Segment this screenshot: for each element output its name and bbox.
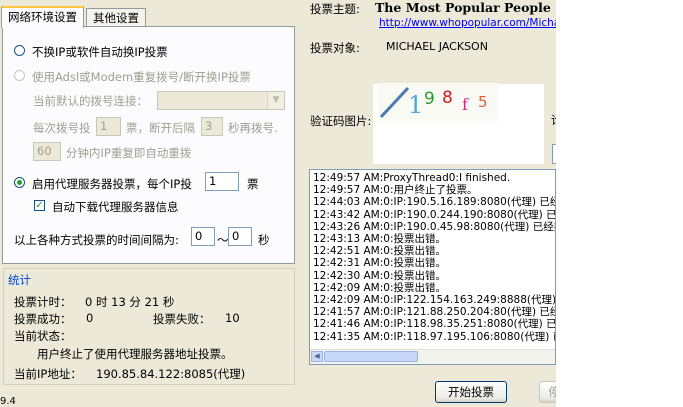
stats-title: 统计 xyxy=(6,272,33,288)
auto-download-checkbox[interactable]: ✓ xyxy=(34,200,45,211)
log-line: 12:42:09 AM:0:投票出错。 xyxy=(313,281,446,294)
redial-suffix-label: 秒再拨号. xyxy=(228,121,278,135)
fail-label: 投票失败： xyxy=(153,312,211,326)
repeat-minutes-input[interactable]: 60 xyxy=(33,142,61,161)
version-text: 9.4 xyxy=(0,396,16,407)
main-window: 网络环境设置 其他设置 不换IP或软件自动换IP投票 使用Adsl或Modem重… xyxy=(0,0,556,407)
dial-connection-select[interactable]: ▼ xyxy=(157,91,285,110)
status-value: 用户终止了使用代理服务器地址投票。 xyxy=(37,347,233,361)
tab-other-settings[interactable]: 其他设置 xyxy=(86,8,146,28)
success-value: 0 xyxy=(86,311,94,325)
log-line: 12:43:26 AM:0:IP:190.0.45.98:8080(代理) 已经… xyxy=(313,220,556,233)
radio-adsl-redial-label: 使用Adsl或Modem重复拨号/断开换IP投票 xyxy=(32,70,251,84)
topic-url-link[interactable]: http://www.whopopular.com/Michae xyxy=(379,17,556,29)
log-line: 12:42:31 AM:0:投票出错。 xyxy=(313,257,446,270)
scroll-thumb[interactable] xyxy=(324,351,418,362)
stop-vote-button[interactable]: 停 xyxy=(539,381,556,403)
log-line: 12:41:46 AM:0:IP:118.98.35.251:8080(代理) … xyxy=(313,318,556,331)
timer-value: 0 时 13 分 21 秒 xyxy=(85,295,175,309)
redial-votes-input[interactable]: 1 xyxy=(96,117,121,136)
log-line: 12:43:13 AM:0:投票出错。 xyxy=(313,233,446,245)
log-line: 12:42:51 AM:0:投票出错。 xyxy=(313,245,446,258)
target-label: 投票对象: xyxy=(310,41,360,55)
log-line: 12:41:35 AM:0:IP:118.97.195.106:8080(代理)… xyxy=(313,330,556,343)
vote-log-list[interactable]: 12:49:57 AM:ProxyThread0:I finished. 12:4… xyxy=(309,169,556,365)
captcha-label: 验证码图片: xyxy=(310,114,372,128)
ip-label: 当前IP地址： xyxy=(14,367,82,381)
log-line: 12:42:30 AM:0:投票出错。 xyxy=(313,269,446,282)
success-label: 投票成功： xyxy=(14,312,72,326)
repeat-suffix-label: 分钟内IP重复即自动重拨 xyxy=(66,146,192,160)
log-line: 12:41:57 AM:0:IP:121.88.250.204:80(代理) 已… xyxy=(313,306,556,319)
svg-text:f: f xyxy=(462,95,469,114)
captcha-image: 1 9 8 f 5 xyxy=(378,83,498,123)
ip-value: 190.85.84.122:8085(代理) xyxy=(96,367,246,381)
log-line: 12:44:03 AM:0:IP:190.5.16.189:8080(代理) 已… xyxy=(313,196,556,209)
start-vote-button[interactable]: 开始投票 xyxy=(435,381,507,403)
log-horizontal-scrollbar[interactable]: ◀ xyxy=(310,349,555,364)
radio-no-switch-ip[interactable] xyxy=(14,45,25,56)
interval-to-input[interactable]: 0 xyxy=(228,227,252,246)
auto-download-label: 自动下载代理服务器信息 xyxy=(52,200,179,214)
fail-value: 10 xyxy=(225,311,240,325)
status-label: 当前状态： xyxy=(14,329,72,343)
log-line: 12:49:57 AM:ProxyThread0:I finished. xyxy=(313,172,511,184)
log-line: 12:49:57 AM:0:用户终止了投票。 xyxy=(313,184,478,197)
topic-value: The Most Popular People xyxy=(375,0,551,15)
interval-from-input[interactable]: 0 xyxy=(191,227,215,246)
svg-text:5: 5 xyxy=(478,93,488,111)
topic-label: 投票主题: xyxy=(310,2,360,16)
redial-prefix-label: 每次拨号投 xyxy=(33,121,91,135)
proxy-unit-label: 票 xyxy=(247,177,259,191)
dial-connection-label: 当前默认的拨号连接： xyxy=(33,94,148,108)
chevron-down-icon[interactable]: ▼ xyxy=(267,92,284,109)
svg-text:9: 9 xyxy=(424,89,435,109)
svg-text:8: 8 xyxy=(442,88,453,108)
captcha-input-edge[interactable] xyxy=(552,144,556,164)
interval-unit-label: 秒 xyxy=(258,233,270,247)
interval-label: 以上各种方式投票的时间间隔为: xyxy=(14,233,179,247)
tab-network-settings[interactable]: 网络环境设置 xyxy=(1,6,84,28)
target-value: MICHAEL JACKSON xyxy=(386,40,488,53)
radio-no-switch-ip-label: 不换IP或软件自动换IP投票 xyxy=(32,45,168,59)
radio-use-proxy[interactable] xyxy=(14,177,25,188)
scroll-left-icon[interactable]: ◀ xyxy=(311,351,323,362)
captcha-image-graphic: 1 9 8 f 5 xyxy=(379,86,488,119)
proxy-votes-input[interactable]: 1 xyxy=(205,172,239,191)
captcha-side-char: 论 xyxy=(551,112,556,128)
log-line: 12:42:09 AM:0:IP:122.154.163.249:8888(代理… xyxy=(313,294,556,306)
timer-label: 投票计时： xyxy=(14,295,72,309)
interval-separator: ～ xyxy=(217,233,229,247)
log-line: 12:43:42 AM:0:IP:190.0.244.190:8080(代理) … xyxy=(313,208,556,221)
redial-seconds-input[interactable]: 3 xyxy=(201,117,223,136)
redial-mid-label: 票，断开后隔 xyxy=(126,121,195,135)
radio-use-proxy-label: 启用代理服务器投票，每个IP投 xyxy=(32,177,192,191)
svg-text:1: 1 xyxy=(408,91,423,119)
radio-adsl-redial[interactable] xyxy=(14,70,25,81)
